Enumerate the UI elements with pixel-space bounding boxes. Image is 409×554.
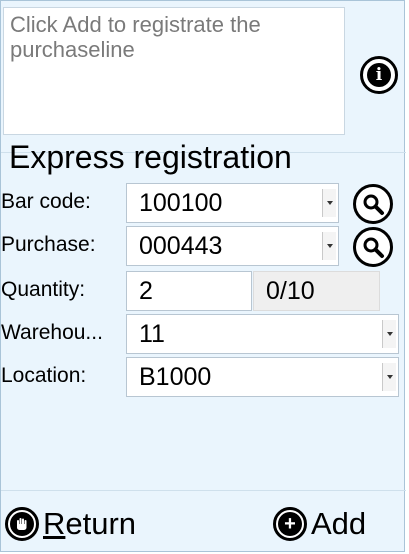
add-button[interactable]: + Add xyxy=(273,503,366,545)
warehouse-dropdown-arrow[interactable] xyxy=(382,320,396,348)
search-icon xyxy=(363,194,384,215)
quantity-value: 2 xyxy=(139,277,153,305)
purchase-dropdown-arrow[interactable] xyxy=(322,232,336,260)
purchase-value: 000443 xyxy=(139,232,223,260)
barcode-combobox[interactable]: 100100 xyxy=(126,183,339,223)
chevron-down-icon xyxy=(386,375,393,379)
registration-screen: Click Add to registrate the purchaseline… xyxy=(0,0,406,552)
quantity-progress: 0/10 xyxy=(253,271,380,311)
barcode-dropdown-arrow[interactable] xyxy=(322,189,336,217)
warehouse-combobox[interactable]: 11 xyxy=(126,314,399,354)
add-label: Add xyxy=(311,506,367,541)
return-label: Return xyxy=(43,506,137,541)
location-dropdown-arrow[interactable] xyxy=(382,363,396,391)
bottom-divider xyxy=(1,490,406,491)
chevron-down-icon xyxy=(326,201,333,205)
barcode-label: Bar code: xyxy=(1,190,91,213)
quantity-input[interactable]: 2 xyxy=(126,271,252,311)
message-text: Click Add to registrate the purchaseline xyxy=(10,12,261,62)
location-label: Location: xyxy=(1,364,87,387)
warehouse-value: 11 xyxy=(139,320,165,348)
location-value: B1000 xyxy=(139,363,212,391)
return-button[interactable]: Return xyxy=(5,503,136,545)
barcode-search-button[interactable] xyxy=(353,184,393,224)
plus-circle-icon: + xyxy=(273,507,307,541)
chevron-down-icon xyxy=(326,244,333,248)
info-icon: i xyxy=(367,63,391,87)
message-box: Click Add to registrate the purchaseline xyxy=(3,7,345,135)
search-icon xyxy=(363,237,384,258)
info-button[interactable]: i xyxy=(360,56,398,94)
hand-stop-icon xyxy=(5,507,39,541)
quantity-label: Quantity: xyxy=(1,278,86,301)
purchase-combobox[interactable]: 000443 xyxy=(126,226,339,266)
barcode-value: 100100 xyxy=(139,189,223,217)
purchase-label: Purchase: xyxy=(1,233,96,256)
location-combobox[interactable]: B1000 xyxy=(126,357,399,397)
quantity-progress-text: 0/10 xyxy=(266,277,315,305)
section-title: Express registration xyxy=(9,139,292,175)
warehouse-label: Warehou... xyxy=(1,321,103,344)
purchase-search-button[interactable] xyxy=(353,227,393,267)
chevron-down-icon xyxy=(386,332,393,336)
